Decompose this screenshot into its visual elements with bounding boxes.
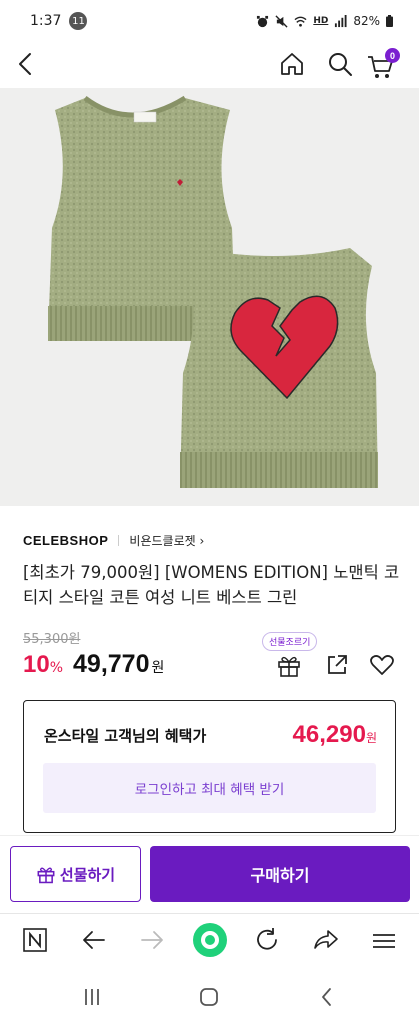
green-dot-icon[interactable] <box>192 922 228 958</box>
notification-count-badge: 11 <box>69 12 88 30</box>
benefit-box: 온스타일 고객님의 혜택가 46,290원 로그인하고 최대 혜택 받기 <box>23 700 396 833</box>
brand-name[interactable]: CELEBSHOP <box>23 533 108 548</box>
status-left: 1:37 11 <box>30 12 88 30</box>
purchase-bar: 선물하기 구매하기 <box>0 835 419 913</box>
refresh-icon[interactable] <box>253 926 281 954</box>
brand-row: CELEBSHOP 비욘드클로젯 › <box>23 532 204 549</box>
recent-apps-icon[interactable] <box>80 985 104 1009</box>
system-back-icon[interactable] <box>315 985 339 1009</box>
home-nav-icon[interactable] <box>197 985 221 1009</box>
gift-icon[interactable] <box>276 652 302 678</box>
benefit-price-currency: 원 <box>365 731 377 745</box>
wifi-icon <box>294 16 307 27</box>
menu-icon[interactable] <box>370 926 398 954</box>
store-link[interactable]: 비욘드클로젯 › <box>129 532 204 549</box>
vest-illustration <box>48 95 378 488</box>
login-benefit-button[interactable]: 로그인하고 최대 혜택 받기 <box>43 763 376 813</box>
original-price: 55,300원 <box>23 632 81 647</box>
sale-price: 49,770 <box>73 650 150 678</box>
status-right: HD 82% <box>256 14 393 28</box>
status-time: 1:37 <box>30 13 62 29</box>
benefit-label: 온스타일 고객님의 혜택가 <box>44 727 207 745</box>
product-title: [최초가 79,000원] [WOMENS EDITION] 노맨틱 코티지 스… <box>23 563 400 607</box>
discount-unit: % <box>49 660 64 676</box>
browser-toolbar <box>0 913 419 965</box>
cart-count-badge: 0 <box>385 48 400 63</box>
alarm-icon <box>257 15 269 27</box>
gift-request-tooltip: 선물조르기 <box>262 632 318 651</box>
discount-rate: 10 <box>23 651 50 678</box>
network-type: HD <box>313 16 329 26</box>
back-arrow-icon[interactable] <box>12 50 40 78</box>
mute-icon <box>275 14 288 28</box>
search-icon[interactable] <box>326 50 354 78</box>
naver-n-icon[interactable] <box>21 926 49 954</box>
price-row: 10 % 49,770 원 <box>23 650 164 679</box>
gift-button-icon <box>37 867 55 884</box>
signal-icon <box>335 14 347 27</box>
browser-back-icon[interactable] <box>80 926 108 954</box>
battery-icon <box>386 15 393 27</box>
sale-price-currency: 원 <box>151 660 165 676</box>
product-image[interactable] <box>0 88 419 506</box>
system-navigation-bar <box>0 965 419 1024</box>
buy-button[interactable]: 구매하기 <box>150 846 410 902</box>
top-navigation: 0 <box>0 42 419 88</box>
heart-wishlist-icon[interactable] <box>369 652 395 678</box>
share-arrow-icon[interactable] <box>312 926 340 954</box>
home-icon[interactable] <box>278 50 306 78</box>
benefit-price-value: 46,290 <box>292 721 366 748</box>
gift-button[interactable]: 선물하기 <box>10 846 141 902</box>
status-bar: 1:37 11 HD 82% <box>0 0 419 42</box>
share-icon[interactable] <box>324 652 350 678</box>
cart-button[interactable]: 0 <box>366 48 400 80</box>
brand-divider <box>118 535 120 546</box>
benefit-price: 46,290원 <box>293 721 377 749</box>
gift-button-label: 선물하기 <box>59 865 116 884</box>
browser-forward-icon[interactable] <box>138 926 166 954</box>
battery-percent: 82% <box>353 14 380 28</box>
